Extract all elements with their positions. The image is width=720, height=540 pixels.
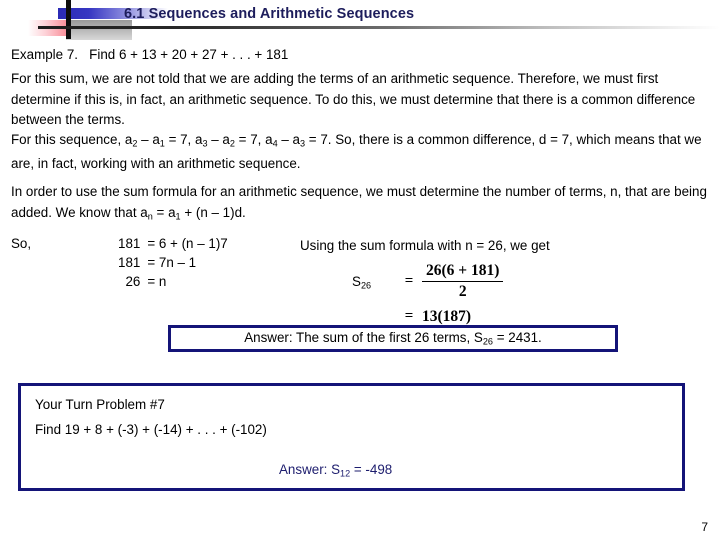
sum-formula-intro: Using the sum formula with n = 26, we ge… — [300, 238, 550, 253]
formula-equals-1: = — [404, 273, 414, 290]
p3-tail: + (n – 1)d. — [180, 204, 246, 220]
p2-minus-1: – — [137, 132, 153, 147]
p3-a1: a — [168, 204, 176, 220]
p2-pre: For this sequence, — [11, 132, 125, 147]
example-line: Example 7. Find 6 + 13 + 20 + 27 + . . .… — [11, 45, 288, 66]
equation-steps-table: 181 = 6 + (n – 1)7 181 = 7n – 1 26 = n — [118, 236, 228, 293]
formula-s-symbol: S — [352, 273, 361, 289]
equation-rhs: = n — [147, 274, 167, 289]
header-gradient-rule — [38, 26, 720, 29]
equation-rhs: = 6 + (n – 1)7 — [147, 236, 228, 251]
table-row: 181 = 7n – 1 — [118, 255, 228, 274]
answer-box: Answer: The sum of the first 26 terms, S… — [168, 325, 618, 352]
equation-lhs: 181 — [118, 236, 141, 251]
paragraph-sum-formula-intro: In order to use the sum formula for an a… — [11, 182, 711, 227]
answer-pre: Answer: The sum of the first 26 terms, — [244, 330, 474, 346]
p3-pre: In order to use the sum formula for an a… — [11, 184, 707, 220]
page-number: 7 — [701, 520, 708, 534]
formula-s-label: S26 — [352, 274, 396, 291]
header-vertical-bar-icon — [66, 0, 71, 39]
your-turn-answer-sub: 12 — [340, 468, 351, 479]
answer-s-sub: 26 — [482, 336, 493, 347]
your-turn-answer-tail: = -498 — [350, 462, 393, 477]
page-title: 6.1 Sequences and Arithmetic Sequences — [124, 6, 415, 22]
p2-eq-1: = 7, — [164, 132, 195, 147]
fraction-numerator: 26(6 + 181) — [422, 262, 504, 283]
p2-minus-3: – — [277, 132, 293, 147]
answer-s-symbol: S — [473, 330, 483, 346]
p2-eq-2: = 7, — [234, 132, 266, 147]
formula-equals-2: = — [404, 308, 414, 325]
p3-an: a — [140, 204, 148, 220]
so-label: So, — [11, 236, 32, 251]
formula-fraction: 26(6 + 181) 2 — [422, 262, 504, 302]
your-turn-box: Your Turn Problem #7 Find 19 + 8 + (-3) … — [18, 383, 685, 491]
your-turn-answer: Answer: S12 = -498 — [279, 462, 392, 479]
formula-result: 13(187) — [422, 307, 472, 325]
your-turn-title: Your Turn Problem #7 — [35, 397, 165, 412]
p2-a2b: a — [222, 132, 230, 147]
sum-formula-block: S26 = 26(6 + 181) 2 = 13(187) — [352, 262, 504, 326]
equation-rhs: = 7n – 1 — [147, 255, 197, 270]
table-row: 26 = n — [118, 274, 228, 293]
your-turn-answer-s: S — [331, 462, 341, 477]
answer-tail: = 2431. — [493, 330, 542, 346]
paragraph-common-difference: For this sequence, a2 – a1 = 7, a3 – a2 … — [11, 130, 711, 175]
gray-gradient-bar-icon — [66, 20, 132, 40]
example-problem: Find 6 + 13 + 20 + 27 + . . . + 181 — [89, 47, 289, 62]
paragraph-arithmetic-check: For this sum, we are not told that we ar… — [11, 71, 696, 127]
p2-a1: a — [152, 132, 160, 147]
formula-s-sub: 26 — [360, 280, 372, 291]
formula-row-fraction: S26 = 26(6 + 181) 2 — [352, 262, 504, 302]
fraction-denominator: 2 — [458, 283, 467, 301]
p2-a4: a — [265, 132, 273, 147]
your-turn-answer-pre: Answer: — [279, 462, 332, 477]
equation-lhs: 181 — [118, 255, 141, 270]
p2-minus-2: – — [207, 132, 223, 147]
table-row: 181 = 6 + (n – 1)7 — [118, 236, 228, 255]
p3-mid: = — [152, 204, 169, 220]
equation-lhs: 26 — [125, 274, 141, 289]
your-turn-problem: Find 19 + 8 + (-3) + (-14) + . . . + (-1… — [35, 422, 267, 437]
example-label: Example 7. — [11, 47, 78, 62]
formula-row-result: = 13(187) — [352, 308, 503, 326]
p2-a3b: a — [292, 132, 300, 147]
answer-box-text: Answer: The sum of the first 26 terms, S… — [244, 330, 542, 347]
